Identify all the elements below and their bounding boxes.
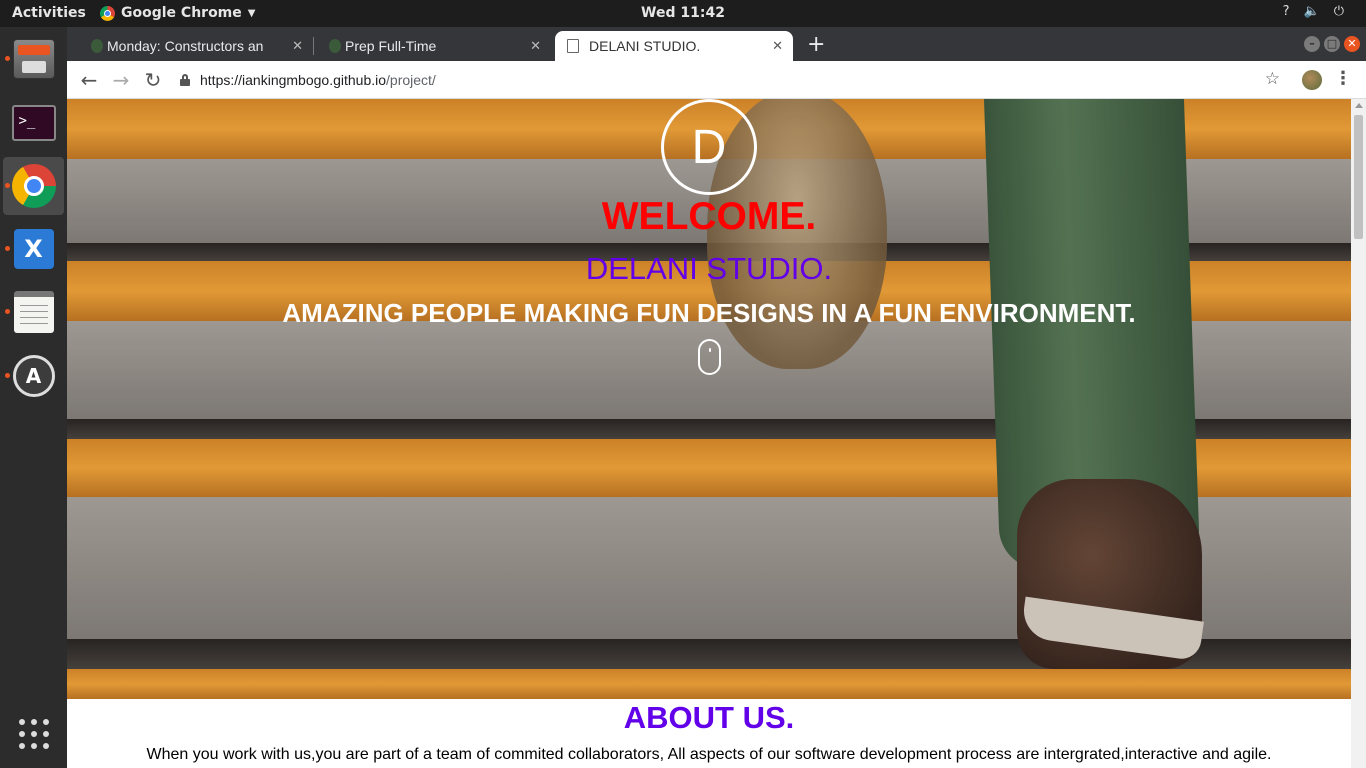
url-path: /project/ — [386, 72, 436, 88]
browser-toolbar: ← → ↻ https://iankingmbogo.github.io/pro… — [67, 61, 1366, 99]
page-scrollbar[interactable] — [1351, 99, 1366, 768]
tab-monday-constructors[interactable]: Monday: Constructors an ✕ — [85, 31, 314, 61]
help-icon[interactable]: ? — [1283, 4, 1290, 19]
minimize-button[interactable]: – — [1304, 36, 1320, 52]
reload-button[interactable]: ↻ — [141, 68, 165, 92]
dock: >_ X A — [0, 27, 67, 768]
tab-title: Monday: Constructors an — [107, 38, 264, 54]
window-close-button[interactable]: ✕ — [1344, 36, 1360, 52]
running-indicator — [5, 56, 10, 61]
back-button[interactable]: ← — [77, 68, 101, 92]
hero-section: D WELCOME. DELANI STUDIO. AMAZING PEOPLE… — [67, 99, 1351, 699]
dock-item-software-updater[interactable]: A — [3, 347, 64, 405]
bookmark-star-icon[interactable]: ☆ — [1265, 69, 1280, 89]
close-icon[interactable]: ✕ — [772, 38, 783, 54]
dock-item-files[interactable] — [3, 30, 64, 88]
gnome-top-bar: Activities Google Chrome ▼ Wed 11:42 ? 🔈… — [0, 0, 1366, 27]
running-indicator — [5, 246, 10, 251]
about-paragraph: When you work with us,you are part of a … — [146, 746, 1272, 763]
power-icon[interactable]: ⏻ — [1334, 4, 1344, 19]
files-icon — [12, 39, 55, 79]
vscode-icon: X — [13, 229, 54, 269]
welcome-heading: WELCOME. — [601, 195, 817, 238]
profile-avatar[interactable] — [1302, 70, 1322, 90]
text-editor-icon — [13, 291, 54, 333]
running-indicator — [5, 373, 10, 378]
dock-item-terminal[interactable]: >_ — [3, 94, 64, 152]
running-indicator — [5, 183, 10, 188]
tab-favicon — [329, 39, 341, 53]
chrome-icon — [11, 164, 56, 208]
dock-item-chrome[interactable] — [3, 157, 64, 215]
activities-button[interactable]: Activities — [12, 5, 86, 21]
tab-title: DELANI STUDIO. — [589, 38, 701, 54]
chrome-window: Monday: Constructors an ✕ Prep Full-Time… — [67, 27, 1366, 768]
tagline: AMAZING PEOPLE MAKING FUN DESIGNS IN A F… — [282, 298, 1136, 328]
forward-button[interactable]: → — [109, 68, 133, 92]
about-heading: ABOUT US. — [623, 700, 795, 735]
running-indicator — [5, 309, 10, 314]
volume-icon[interactable]: 🔈 — [1304, 4, 1320, 19]
dock-item-text-editor[interactable] — [3, 283, 64, 341]
window-controls: – □ ✕ — [1304, 36, 1360, 52]
studio-name: DELANI STUDIO. — [585, 251, 833, 286]
new-tab-button[interactable]: + — [807, 32, 825, 57]
chevron-down-icon: ▼ — [247, 7, 256, 19]
document-icon — [567, 39, 579, 53]
close-icon[interactable]: ✕ — [530, 38, 541, 54]
lock-icon[interactable] — [180, 74, 190, 86]
app-menu[interactable]: Google Chrome ▼ — [100, 5, 255, 21]
logo: D — [661, 99, 757, 195]
tab-delani-studio[interactable]: DELANI STUDIO. ✕ — [555, 31, 793, 61]
system-tray[interactable]: ? 🔈 ⏻ — [1283, 4, 1344, 19]
tab-favicon — [91, 39, 103, 53]
app-grid-icon — [18, 719, 49, 749]
software-updater-icon: A — [12, 355, 55, 397]
address-bar[interactable]: https://iankingmbogo.github.io/project/ — [180, 68, 1260, 92]
scrollbar-thumb[interactable] — [1354, 115, 1363, 239]
app-menu-label: Google Chrome — [121, 5, 242, 21]
chrome-icon — [100, 5, 115, 21]
tab-strip: Monday: Constructors an ✕ Prep Full-Time… — [67, 27, 1366, 61]
url-host: https://iankingmbogo.github.io — [200, 72, 387, 88]
chrome-menu-icon[interactable]: ⋮ — [1334, 68, 1352, 89]
maximize-button[interactable]: □ — [1324, 36, 1340, 52]
terminal-icon: >_ — [11, 105, 56, 141]
tab-title: Prep Full-Time — [345, 38, 437, 54]
close-icon[interactable]: ✕ — [292, 38, 303, 54]
tab-prep-full-time[interactable]: Prep Full-Time ✕ — [323, 31, 551, 61]
scroll-mouse-icon[interactable] — [698, 339, 721, 375]
show-applications-button[interactable] — [3, 705, 64, 763]
dock-item-vscode[interactable]: X — [3, 220, 64, 278]
scroll-up-arrow[interactable] — [1355, 103, 1363, 108]
page-viewport: D WELCOME. DELANI STUDIO. AMAZING PEOPLE… — [67, 99, 1351, 768]
